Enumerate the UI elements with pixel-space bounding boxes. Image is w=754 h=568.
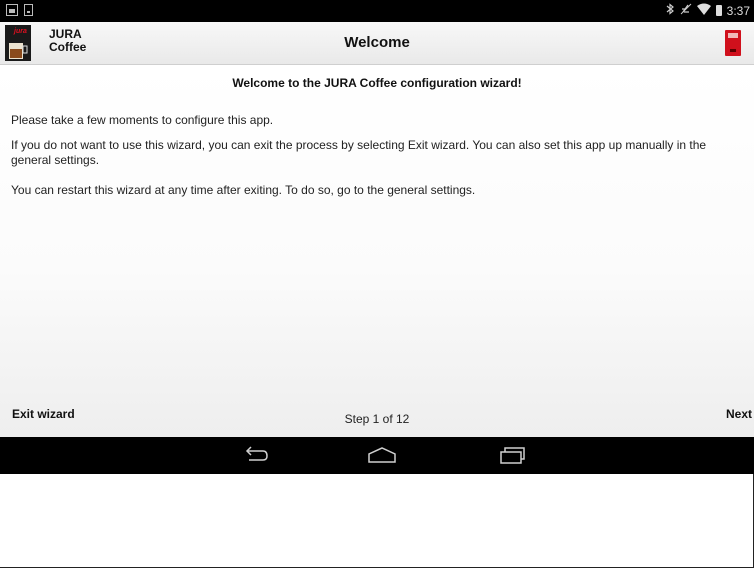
bluetooth-icon — [666, 3, 675, 18]
paragraph-exit-info: If you do not want to use this wizard, y… — [11, 138, 707, 167]
navigation-bar — [0, 437, 754, 474]
notification-icons — [6, 4, 33, 16]
paragraph-restart-info: You can restart this wizard at any time … — [11, 183, 476, 197]
step-indicator: Step 1 of 12 — [344, 412, 410, 426]
next-button[interactable]: Next — [726, 407, 752, 421]
action-bar: jura JURA Coffee Welcome — [0, 22, 754, 65]
battery-icon — [715, 5, 722, 16]
mute-icon — [680, 3, 692, 18]
system-status: 3:37 — [666, 3, 750, 18]
wizard-heading: Welcome to the JURA Coffee configuration… — [232, 76, 522, 90]
wizard-content: Welcome to the JURA Coffee configuration… — [0, 65, 754, 437]
wifi-icon — [696, 3, 711, 18]
home-icon[interactable] — [367, 445, 397, 465]
phone-notification-icon — [24, 4, 33, 16]
paragraph-intro: Please take a few moments to configure t… — [11, 113, 274, 127]
status-bar: 3:37 — [0, 0, 754, 22]
page-title: Welcome — [344, 34, 410, 51]
recent-apps-icon[interactable] — [497, 445, 527, 465]
image-notification-icon — [6, 4, 18, 16]
back-icon[interactable] — [240, 445, 270, 465]
status-time: 3:37 — [726, 3, 750, 18]
coffee-machine-icon[interactable] — [725, 30, 741, 56]
